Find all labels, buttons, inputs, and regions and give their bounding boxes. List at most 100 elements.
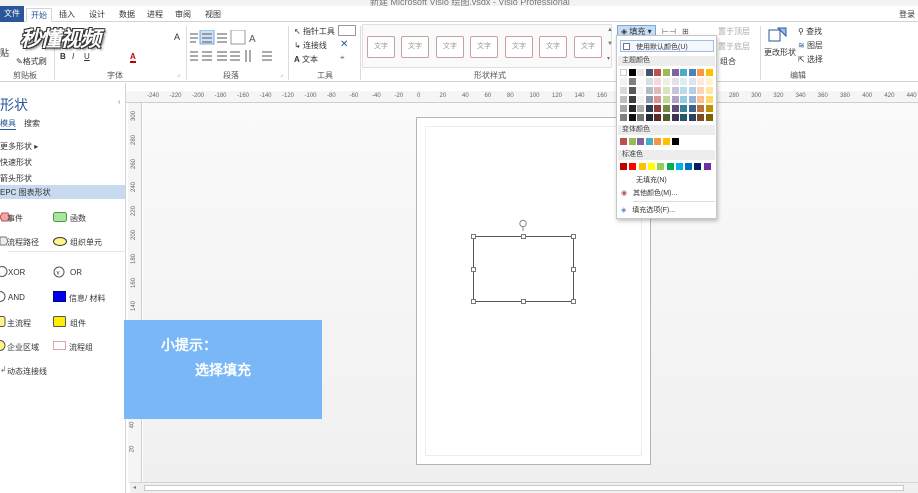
theme-color-swatch[interactable] (663, 114, 670, 121)
font-dialog-launcher-icon[interactable]: ⌟ (177, 71, 180, 78)
stencil-arrow-shapes[interactable]: 箭头形状 (0, 173, 32, 184)
variant-color-row[interactable] (620, 138, 716, 146)
theme-color-swatch[interactable] (680, 114, 688, 121)
variant-color-swatch[interactable] (671, 138, 679, 145)
theme-color-swatch[interactable] (688, 78, 696, 85)
rectangle-tool-button[interactable] (338, 25, 356, 36)
resize-handle-t[interactable] (521, 234, 526, 239)
shape-style-6[interactable]: 文字 (539, 36, 567, 58)
theme-color-swatch[interactable] (680, 69, 688, 76)
group-button[interactable]: 组合 (720, 56, 736, 67)
pointer-tool-button[interactable]: ↖ 指针工具 (294, 26, 335, 37)
gallery-scroll-down-icon[interactable]: ▼ (607, 41, 613, 47)
standard-color-swatch[interactable] (675, 163, 683, 170)
theme-color-swatch[interactable] (697, 105, 705, 112)
more-colors-item[interactable]: ◉ 其他颜色(M)... (621, 188, 677, 198)
theme-color-swatch[interactable] (680, 78, 688, 85)
resize-handle-l[interactable] (471, 267, 476, 272)
stencil-more-shapes[interactable]: 更多形状 ▸ (0, 141, 38, 152)
shape-style-7[interactable]: 文字 (574, 36, 602, 58)
shape-and[interactable]: AND (8, 293, 25, 302)
connection-point-icon[interactable]: ⌖ (340, 53, 345, 63)
standard-color-swatch[interactable] (638, 163, 646, 170)
bold-button[interactable]: B (60, 52, 66, 61)
theme-color-swatch[interactable] (645, 105, 653, 112)
rotation-handle-icon[interactable] (518, 219, 528, 231)
theme-color-swatch[interactable] (628, 105, 636, 112)
theme-color-swatch[interactable] (645, 87, 653, 94)
shape-style-1[interactable]: 文字 (367, 36, 395, 58)
variant-color-swatch[interactable] (620, 138, 627, 145)
theme-color-swatch[interactable] (688, 114, 696, 121)
shape-enterprise-area[interactable]: 企业区域 (7, 342, 39, 353)
theme-color-swatch[interactable] (706, 78, 713, 85)
vertical-ruler[interactable]: 3002802602402202001801601401201008060402… (128, 103, 142, 483)
theme-color-swatch[interactable] (671, 69, 679, 76)
variant-color-swatch[interactable] (637, 138, 645, 145)
shape-function[interactable]: 函数 (70, 213, 86, 224)
theme-color-swatch[interactable] (671, 78, 679, 85)
no-fill-item[interactable]: 无填充(N) (636, 175, 667, 185)
shape-process-path[interactable]: 流程路径 (7, 237, 39, 248)
shape-event[interactable]: 事件 (7, 213, 23, 224)
shape-style-3[interactable]: 文字 (436, 36, 464, 58)
theme-color-swatch[interactable] (620, 78, 627, 85)
scroll-left-icon[interactable]: ◂ (133, 484, 136, 491)
standard-color-row[interactable] (620, 163, 716, 171)
scrollbar-thumb[interactable] (144, 485, 904, 491)
close-shape-icon[interactable]: ✕ (340, 39, 348, 50)
standard-color-swatch[interactable] (620, 163, 627, 170)
theme-color-swatch[interactable] (620, 114, 627, 121)
shape-xor[interactable]: XOR (8, 268, 25, 277)
bring-to-front-button[interactable]: 置于顶层 (718, 26, 750, 37)
shape-org-unit[interactable]: 组织单元 (70, 237, 102, 248)
shape-main-process[interactable]: 主流程 (7, 318, 31, 329)
theme-color-swatch[interactable] (628, 87, 636, 94)
text-tool-button[interactable]: A 文本 (294, 54, 318, 65)
tab-view[interactable]: 视图 (200, 8, 226, 22)
resize-handle-br[interactable] (571, 299, 576, 304)
resize-handle-b[interactable] (521, 299, 526, 304)
theme-color-swatch[interactable] (706, 105, 713, 112)
theme-color-swatch[interactable] (706, 87, 713, 94)
theme-color-swatch[interactable] (628, 69, 636, 76)
theme-color-swatch[interactable] (645, 96, 653, 103)
change-shape-icon[interactable] (768, 26, 788, 44)
variant-color-swatch[interactable] (663, 138, 670, 145)
variant-color-swatch[interactable] (645, 138, 653, 145)
resize-handle-tr[interactable] (571, 234, 576, 239)
italic-button[interactable]: I (72, 52, 74, 61)
theme-color-swatch[interactable] (654, 78, 662, 85)
theme-color-swatch[interactable] (688, 87, 696, 94)
theme-color-swatch[interactable] (628, 96, 636, 103)
theme-color-swatch[interactable] (637, 69, 645, 76)
tab-home[interactable]: 开始 (26, 8, 52, 22)
font-color-button[interactable]: A (130, 52, 136, 63)
theme-color-swatch[interactable] (663, 96, 670, 103)
horizontal-ruler[interactable]: -240 -220 -200 -180 -160 -140 -120 -100 -80 -60 -4… (143, 91, 918, 103)
resize-handle-r[interactable] (571, 267, 576, 272)
variant-color-swatch[interactable] (628, 138, 636, 145)
tab-file[interactable]: 文件 (0, 6, 24, 22)
theme-color-swatch[interactable] (680, 105, 688, 112)
select-button[interactable]: ⇱ 选择 (798, 54, 823, 65)
gallery-scroll-up-icon[interactable]: ▲ (607, 27, 613, 33)
theme-color-swatch[interactable] (654, 96, 662, 103)
theme-color-swatch[interactable] (688, 69, 696, 76)
tab-stencils[interactable]: 模具 (0, 118, 16, 130)
standard-color-swatch[interactable] (694, 163, 702, 170)
standard-color-swatch[interactable] (685, 163, 693, 170)
collapse-panel-icon[interactable]: ‹ (118, 99, 120, 106)
standard-color-swatch[interactable] (657, 163, 665, 170)
theme-color-swatch[interactable] (663, 87, 670, 94)
theme-color-swatch[interactable] (706, 114, 713, 121)
theme-color-swatch[interactable] (637, 114, 645, 121)
stencil-epc-selected[interactable]: EPC 图表形状 (0, 185, 125, 199)
theme-color-swatch[interactable] (697, 78, 705, 85)
theme-color-swatch[interactable] (671, 87, 679, 94)
theme-color-swatch[interactable] (628, 114, 636, 121)
tab-search[interactable]: 搜索 (24, 118, 40, 129)
theme-color-grid[interactable] (620, 69, 716, 123)
theme-color-swatch[interactable] (645, 114, 653, 121)
theme-color-swatch[interactable] (697, 69, 705, 76)
